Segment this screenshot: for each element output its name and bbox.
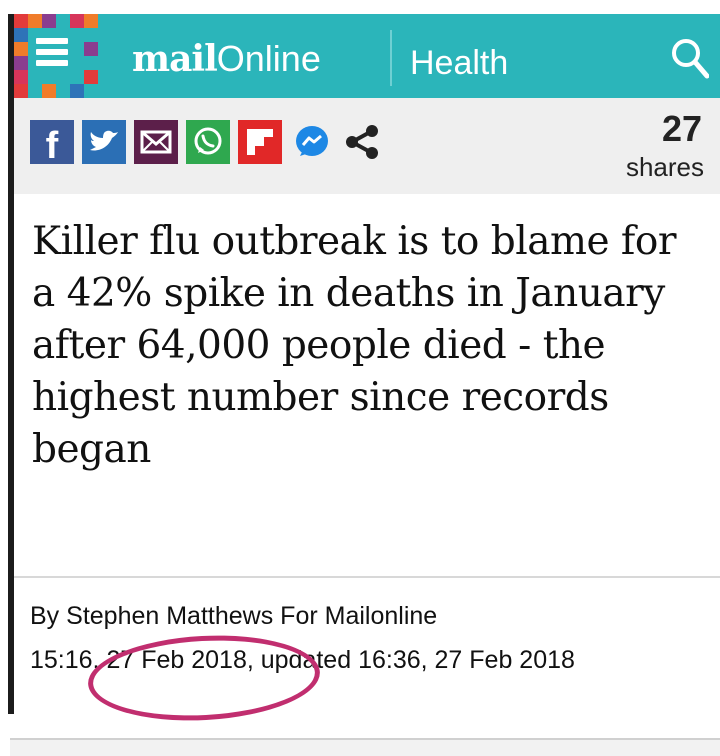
share-bar: f 27 shares — [14, 98, 720, 194]
byline-author[interactable]: Stephen Matthews — [66, 602, 273, 630]
messenger-share-button[interactable] — [290, 120, 334, 164]
menu-icon[interactable] — [36, 38, 68, 74]
brand-online: Online — [216, 38, 321, 79]
brand-mail: mail — [132, 38, 218, 80]
more-share-button[interactable] — [340, 120, 384, 164]
whatsapp-icon — [194, 127, 222, 155]
updated-date: 16:36, 27 Feb 2018 — [358, 646, 575, 674]
byline-prefix: By — [30, 602, 60, 630]
header-divider — [390, 30, 392, 86]
email-share-button[interactable] — [134, 120, 178, 164]
svg-text:f: f — [46, 125, 59, 164]
messenger-icon — [296, 126, 328, 156]
share-count-label: shares — [625, 152, 704, 182]
flipboard-share-button[interactable] — [238, 120, 282, 164]
whatsapp-share-button[interactable] — [186, 120, 230, 164]
site-header: mailOnline Health — [14, 14, 720, 98]
bottom-shade — [10, 740, 720, 756]
article-headline: Killer flu outbreak is to blame for a 42… — [32, 219, 676, 472]
share-count: 27 — [661, 108, 702, 149]
section-label[interactable]: Health — [410, 44, 508, 83]
brand-logo[interactable]: mailOnline — [132, 38, 321, 80]
byline-divider — [14, 576, 720, 578]
flipboard-icon — [247, 129, 273, 155]
facebook-share-button[interactable]: f — [30, 120, 74, 167]
facebook-icon: f — [46, 125, 59, 167]
twitter-share-button[interactable] — [82, 120, 126, 164]
twitter-icon — [90, 130, 118, 151]
search-icon[interactable] — [669, 36, 710, 82]
share-icon — [346, 125, 378, 159]
byline-suffix: For Mailonline — [280, 602, 438, 630]
email-icon — [140, 130, 172, 154]
